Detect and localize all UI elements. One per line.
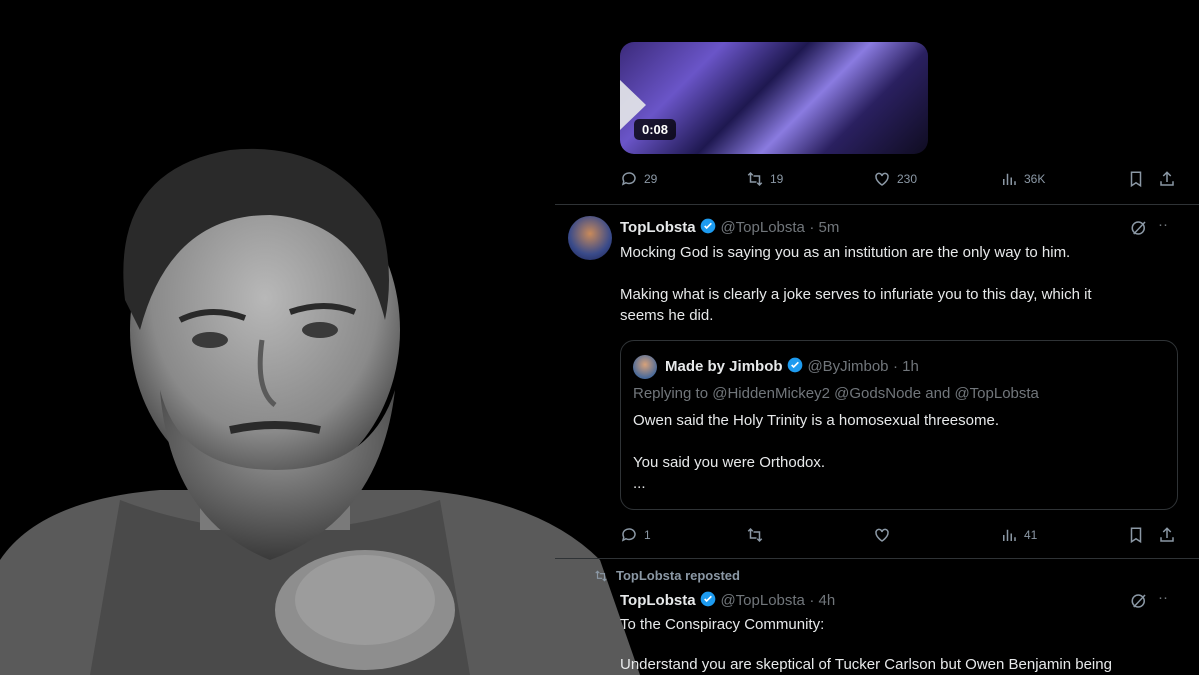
- tweet-text: To the Conspiracy Community: Understand …: [620, 614, 1195, 675]
- views-button[interactable]: 41: [1000, 526, 1037, 544]
- quote-avatar: [633, 355, 657, 379]
- tweet-line: Mocking God is saying you as an institut…: [620, 244, 1071, 261]
- tweet-text: Mocking God is saying you as an institut…: [620, 242, 1180, 326]
- replying-to: Replying to @HiddenMickey2 @GodsNode and…: [633, 385, 1039, 402]
- quote-line: You said you were Orthodox.: [633, 454, 826, 471]
- verified-badge-icon: [700, 218, 716, 234]
- share-icon: [1160, 171, 1174, 186]
- share-button[interactable]: [1158, 170, 1176, 188]
- like-button[interactable]: [873, 526, 897, 544]
- tweet-line: Understand you are skeptical of Tucker C…: [620, 656, 1112, 673]
- quote-author-name: Made by Jimbob: [665, 358, 783, 375]
- video-player[interactable]: 0:08: [620, 42, 928, 154]
- more-options-icon[interactable]: ··: [1158, 216, 1168, 233]
- author-name[interactable]: TopLobsta: [620, 592, 696, 609]
- webcam-overlay: [0, 0, 640, 675]
- grok-icon[interactable]: [1130, 592, 1148, 610]
- retweet-button[interactable]: [746, 526, 770, 544]
- like-icon: [875, 172, 889, 186]
- tweet-line: To the Conspiracy Community:: [620, 616, 825, 633]
- retweet-icon: [595, 570, 607, 581]
- video-duration: 0:08: [634, 119, 677, 140]
- verified-badge-icon: [700, 591, 716, 607]
- reply-count: 29: [644, 172, 658, 186]
- like-icon: [875, 528, 889, 542]
- quoted-tweet[interactable]: Made by Jimbob @ByJimbob · 1h Replying t…: [620, 340, 1178, 510]
- streamer-image: [0, 148, 640, 675]
- retweet-icon: [747, 527, 763, 543]
- more-options-icon[interactable]: ··: [1158, 589, 1168, 606]
- reply-icon: [621, 172, 636, 186]
- reply-button[interactable]: 29: [620, 170, 657, 188]
- quote-author-handle: @ByJimbob: [807, 358, 889, 375]
- quote-ellipsis: ...: [633, 475, 646, 492]
- views-button[interactable]: 36K: [1000, 170, 1045, 188]
- divider: [555, 204, 1199, 205]
- share-icon: [1160, 527, 1174, 542]
- bookmark-icon: [1130, 527, 1142, 544]
- reply-icon: [621, 528, 636, 542]
- tweet-time[interactable]: · 5m: [809, 219, 839, 236]
- like-count: 230: [897, 172, 918, 186]
- quote-time: · 1h: [892, 358, 919, 375]
- tweet-time[interactable]: · 4h: [809, 592, 835, 609]
- retweet-button[interactable]: 19: [746, 170, 783, 188]
- bookmark-button[interactable]: [1127, 526, 1145, 544]
- views-icon: [1003, 529, 1016, 541]
- author-handle[interactable]: @TopLobsta: [720, 592, 804, 609]
- repost-label: TopLobsta reposted: [616, 568, 740, 583]
- views-icon: [1003, 173, 1016, 185]
- avatar[interactable]: [568, 216, 612, 260]
- retweet-count: 19: [770, 172, 784, 186]
- author-handle[interactable]: @TopLobsta: [720, 219, 804, 236]
- tweet-line: seems he did.: [620, 307, 714, 324]
- share-button[interactable]: [1158, 526, 1176, 544]
- tweet-header: TopLobsta @TopLobsta · 5m: [620, 218, 839, 237]
- tweet-line: Making what is clearly a joke serves to …: [620, 286, 1092, 303]
- like-button[interactable]: 230: [873, 170, 917, 188]
- reply-button[interactable]: 1: [620, 526, 651, 544]
- retweet-icon: [747, 171, 763, 187]
- views-count: 41: [1024, 528, 1038, 542]
- grok-icon[interactable]: [1130, 219, 1148, 237]
- quote-header: Made by Jimbob @ByJimbob · 1h: [665, 357, 919, 376]
- repost-indicator[interactable]: TopLobsta reposted: [594, 568, 740, 583]
- divider: [555, 558, 1199, 559]
- quote-line: Owen said the Holy Trinity is a homosexu…: [633, 412, 999, 429]
- bookmark-icon: [1130, 171, 1142, 188]
- views-count: 36K: [1024, 172, 1046, 186]
- reply-count: 1: [644, 528, 651, 542]
- tweet-header: TopLobsta @TopLobsta · 4h: [620, 591, 835, 610]
- bookmark-button[interactable]: [1127, 170, 1145, 188]
- verified-badge-icon: [787, 357, 803, 373]
- quote-text: Owen said the Holy Trinity is a homosexu…: [633, 410, 1163, 494]
- author-name[interactable]: TopLobsta: [620, 219, 696, 236]
